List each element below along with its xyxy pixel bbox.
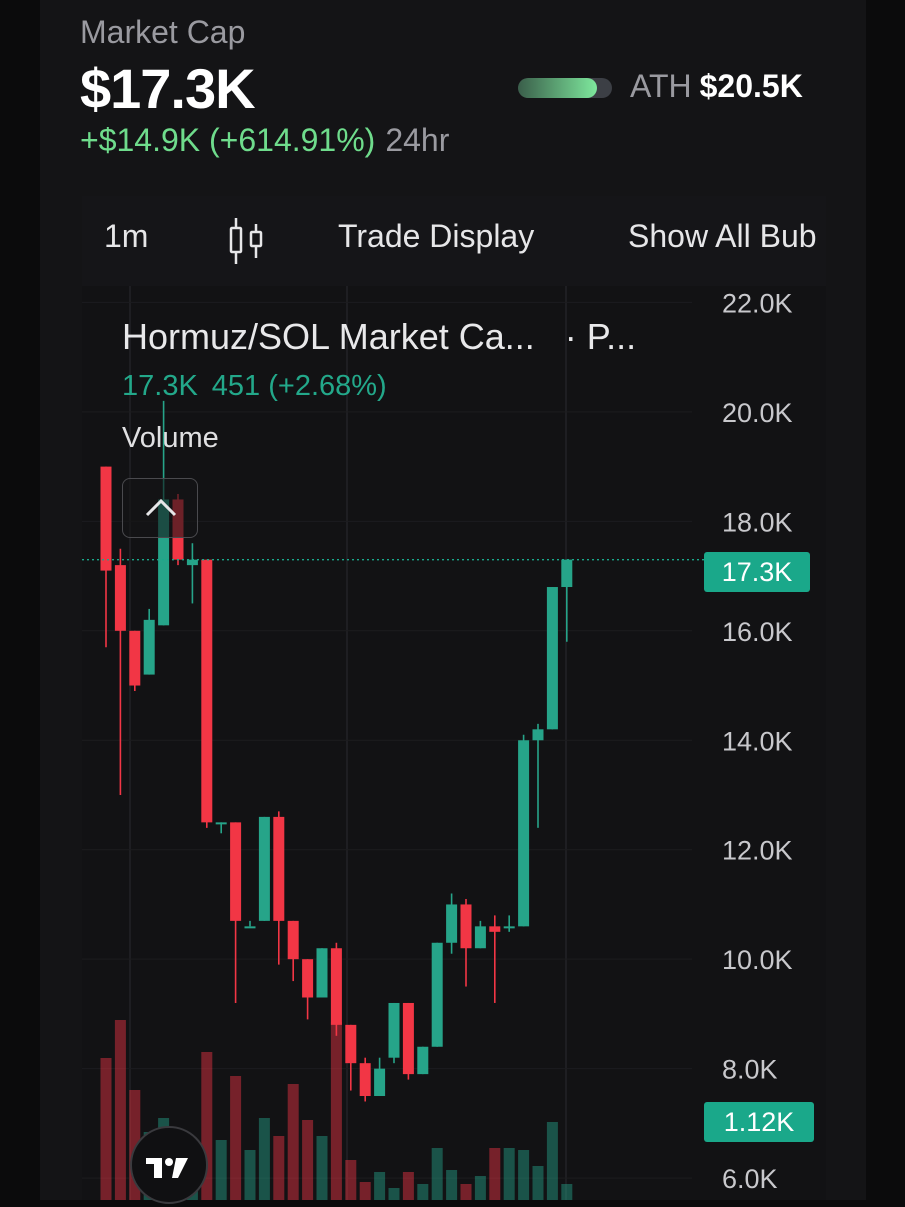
volume-label: Volume [122, 422, 219, 454]
volume-bar [374, 1172, 386, 1200]
ath-label: ATH [630, 68, 692, 104]
candle-body [359, 1063, 371, 1097]
tradingview-icon [146, 1158, 188, 1178]
trade-display-button[interactable]: Trade Display [338, 218, 534, 255]
candle-body [532, 729, 544, 741]
volume-bar [503, 1148, 515, 1200]
candle-body [143, 619, 155, 675]
current-price-badge: 17.3K [704, 552, 810, 592]
volume-bar [230, 1076, 242, 1200]
ath-value: $20.5K [699, 68, 803, 104]
candle-body [417, 1046, 429, 1075]
candle-body [273, 816, 285, 921]
candle-body [316, 948, 328, 998]
market-cap-value: $17.3K [80, 57, 256, 120]
candle-body [546, 587, 558, 730]
candle-body [330, 948, 342, 1025]
volume-bar [546, 1122, 558, 1200]
market-cap-label: Market Cap [80, 14, 246, 50]
candle-body [230, 822, 242, 921]
volume-bar [345, 1160, 357, 1200]
chart-toolbar: 1m Trade Display Show All Bub [82, 196, 826, 286]
candle-body [431, 942, 443, 1047]
candle-body [489, 926, 501, 932]
candle-body [114, 565, 126, 631]
candle-body [345, 1024, 357, 1064]
y-axis-tick-label: 22.0K [722, 288, 793, 318]
chart-title: Hormuz/SOL Market Ca... · P... [122, 316, 636, 358]
volume-bar [287, 1084, 299, 1200]
y-axis-tick-label: 6.0K [722, 1164, 778, 1194]
show-all-bubbles-button[interactable]: Show All Bub [628, 218, 817, 255]
market-cap-change: +$14.9K (+614.91%) 24hr [80, 122, 449, 159]
candle-body [388, 1002, 400, 1058]
volume-bar [474, 1176, 486, 1200]
volume-bar [273, 1136, 285, 1200]
volume-bar [359, 1182, 371, 1200]
candle-body [474, 926, 486, 949]
volume-bar [518, 1150, 530, 1200]
candle-body [186, 559, 198, 566]
ath-display: ATH $20.5K [630, 68, 803, 105]
y-axis-tick-label: 12.0K [722, 836, 793, 866]
volume-bar [100, 1058, 112, 1200]
ohlc-change: 451 (+2.68%) [211, 370, 387, 402]
candle-body [561, 559, 573, 588]
candle-body [460, 904, 472, 949]
volume-bar [244, 1150, 256, 1200]
chart-title-suffix: · P... [564, 316, 637, 357]
candle-body [201, 559, 213, 823]
volume-bar [402, 1172, 414, 1200]
candle-body [129, 630, 141, 686]
candle-body [503, 926, 515, 929]
ohlc-legend: 17.3K 451 (+2.68%) [122, 370, 387, 403]
chevron-up-icon [145, 498, 177, 517]
candle-body [302, 959, 314, 998]
volume-bar [446, 1170, 458, 1200]
candle-body [244, 926, 256, 929]
candle-body [258, 816, 270, 921]
ath-progress-bar [518, 78, 612, 98]
candle-body [215, 822, 227, 825]
y-axis-tick-label: 18.0K [722, 507, 793, 537]
candle-body [100, 466, 112, 571]
candle-body [374, 1068, 386, 1097]
candle-body [402, 1002, 414, 1075]
ath-progress-fill [518, 78, 597, 98]
volume-bar [417, 1184, 429, 1200]
volume-bar [114, 1020, 126, 1200]
volume-bar [561, 1184, 573, 1200]
volume-badge: 1.12K [704, 1102, 814, 1142]
volume-bar [316, 1136, 328, 1200]
candle-body [446, 904, 458, 943]
volume-bar [388, 1188, 400, 1200]
volume-bar [489, 1148, 501, 1200]
y-axis-tick-label: 16.0K [722, 617, 793, 647]
volume-bar [258, 1118, 270, 1200]
chart-title-text: Hormuz/SOL Market Ca... [122, 316, 535, 357]
tradingview-logo[interactable] [130, 1126, 208, 1204]
volume-bar [330, 1022, 342, 1200]
candle-body [287, 920, 299, 960]
change-period: 24hr [385, 122, 450, 158]
volume-bar [460, 1184, 472, 1200]
interval-button[interactable]: 1m [104, 218, 148, 255]
change-value: +$14.9K (+614.91%) [80, 122, 376, 158]
collapse-legend-button[interactable] [122, 478, 198, 538]
y-axis-tick-label: 20.0K [722, 398, 793, 428]
volume-bar [532, 1166, 544, 1200]
y-axis-tick-label: 14.0K [722, 726, 793, 756]
ohlc-value: 17.3K [122, 370, 198, 402]
y-axis-tick-label: 8.0K [722, 1055, 778, 1085]
volume-bar [431, 1148, 443, 1200]
y-axis-tick-label: 10.0K [722, 945, 793, 975]
candle-body [518, 740, 530, 927]
volume-bar [215, 1140, 227, 1200]
volume-bar [302, 1120, 314, 1200]
candlestick-icon[interactable] [226, 216, 266, 266]
